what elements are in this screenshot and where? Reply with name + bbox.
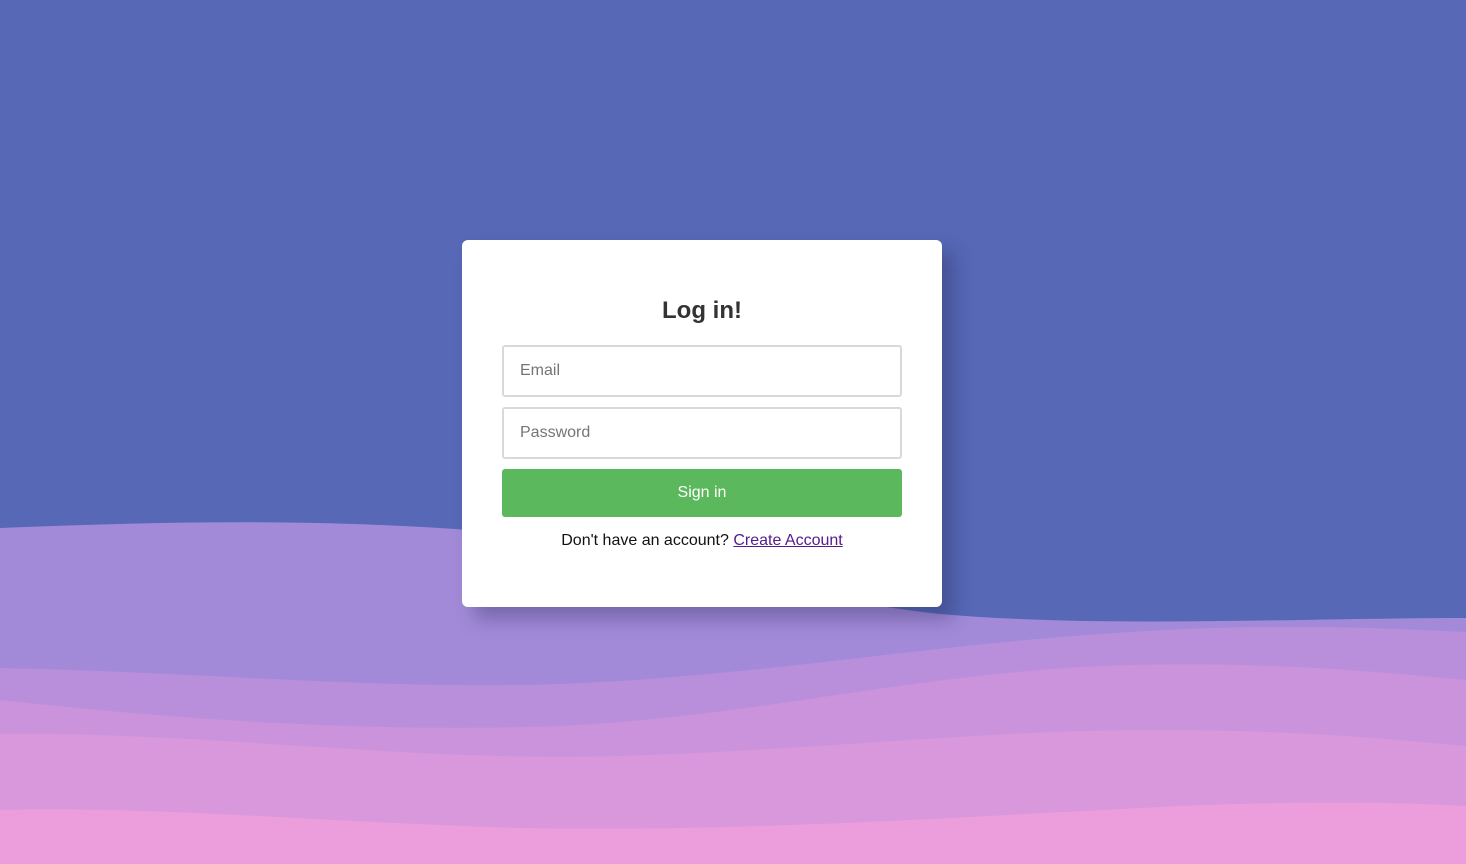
email-input[interactable]	[502, 345, 902, 397]
create-account-link[interactable]: Create Account	[733, 532, 842, 549]
signup-prompt: Don't have an account? Create Account	[462, 531, 942, 551]
login-card: Log in! Sign in Don't have an account? C…	[462, 240, 942, 607]
sign-in-button[interactable]: Sign in	[502, 469, 902, 517]
no-account-text: Don't have an account?	[561, 532, 729, 549]
password-input[interactable]	[502, 407, 902, 459]
login-title: Log in!	[662, 297, 742, 324]
